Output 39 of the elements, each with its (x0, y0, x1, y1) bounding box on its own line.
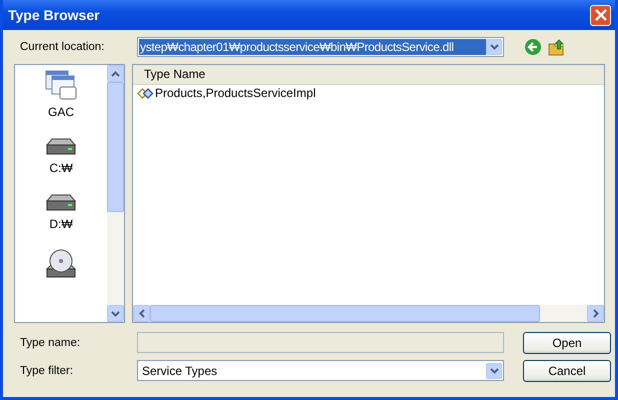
dialog-button[interactable]: Cancel (523, 360, 611, 382)
vertical-scrollbar[interactable] (107, 65, 124, 322)
place-item[interactable]: GAC (40, 69, 82, 119)
location-label: Current location: (19, 41, 106, 53)
close-button[interactable] (590, 4, 611, 26)
dropdown-icon[interactable] (486, 362, 502, 378)
place-item[interactable]: C:₩ (40, 137, 82, 175)
windows-icon (44, 69, 78, 101)
column-header[interactable]: Type Name (133, 65, 216, 84)
place-label: D:₩ (49, 217, 73, 231)
scroll-down-button[interactable] (107, 305, 124, 322)
type-name-label: Type name: (19, 336, 82, 348)
scroll-up-button[interactable] (107, 65, 124, 82)
class-icon (137, 88, 154, 98)
place-item[interactable]: D:₩ (40, 193, 82, 231)
dropdown-icon[interactable] (486, 39, 502, 55)
dialog-button[interactable]: Open (523, 332, 611, 354)
type-filter-label: Type filter: (19, 364, 74, 376)
chevron-left-icon (138, 309, 144, 318)
type-row[interactable]: Products,ProductsServiceImpl (133, 86, 604, 100)
drive-icon (44, 137, 78, 157)
drive-icon (44, 193, 78, 213)
type-filter-combo[interactable]: Service Types (137, 360, 504, 381)
horizontal-scrollbar[interactable] (133, 305, 604, 322)
close-icon (594, 9, 606, 21)
chevron-up-icon (111, 70, 120, 76)
place-label: C:₩ (49, 161, 73, 175)
location-combo[interactable]: ystep₩chapter01₩productsservice₩bin₩ProductsService.dll (137, 37, 504, 57)
cd-drive-icon (44, 249, 78, 279)
scroll-left-button[interactable] (133, 305, 150, 322)
chevron-down-icon (111, 310, 120, 316)
scroll-thumb[interactable] (107, 82, 124, 212)
chevron-right-icon (592, 309, 598, 318)
folder-up-icon[interactable] (548, 38, 566, 56)
location-value: ystep₩chapter01₩productsservice₩bin₩ProductsService.dll (139, 39, 486, 55)
scroll-right-button[interactable] (587, 305, 604, 322)
window-title: Type Browser (8, 7, 100, 23)
scroll-thumb[interactable] (150, 305, 540, 322)
place-label: GAC (48, 105, 74, 119)
